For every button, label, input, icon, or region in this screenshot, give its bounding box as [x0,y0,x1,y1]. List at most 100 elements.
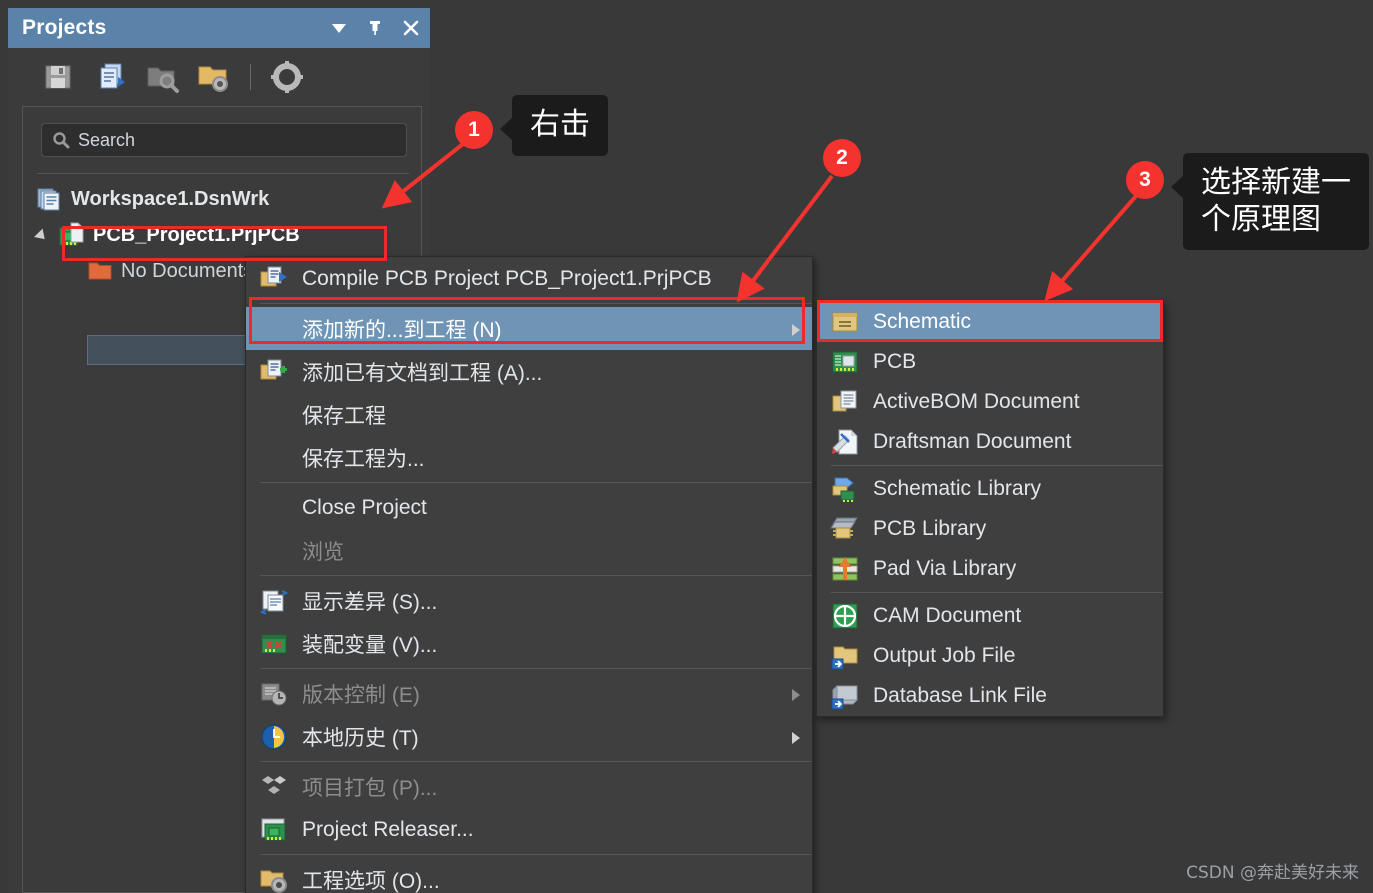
menu-item-browse: 浏览 [246,529,812,572]
menu-item-save-project-as[interactable]: 保存工程为... [246,436,812,479]
submenu-item-cam-document[interactable]: CAM Document [817,596,1163,636]
gear-icon[interactable] [269,59,305,95]
menu-separator [260,761,812,762]
menu-item-label: 保存工程 [302,404,386,428]
submenu-item-activebom[interactable]: ActiveBOM Document [817,382,1163,422]
menu-item-label: Close Project [302,495,427,519]
arrow-3 [1044,194,1138,302]
tree-item-label: Workspace1.DsnWrk [71,187,270,210]
folder-search-icon[interactable] [144,59,180,95]
callout-tooltip-3-line1: 选择新建一 [1201,165,1351,200]
blank-icon [260,537,288,565]
menu-item-label: 工程选项 (O)... [302,869,440,893]
submenu-item-label: PCB Library [873,517,987,540]
schematic-icon [831,308,859,336]
submenu-item-pcb-library[interactable]: PCB Library [817,509,1163,549]
blank-icon [260,315,288,343]
menu-item-save-project[interactable]: 保存工程 [246,393,812,436]
menu-item-local-history[interactable]: 本地历史 (T) [246,715,812,758]
menu-item-label: 保存工程为... [302,447,425,471]
pcb-project-icon [59,222,85,248]
menu-item-show-differences[interactable]: 显示差异 (S)... [246,579,812,622]
callout-tooltip-3-line2: 个原理图 [1201,201,1321,237]
callout-badge-3: 3 [1126,161,1164,199]
submenu-item-label: CAM Document [873,604,1022,627]
folder-settings-icon[interactable] [196,59,232,95]
show-differences-icon [259,587,289,615]
submenu-arrow-icon [792,689,800,701]
submenu-item-database-link-file[interactable]: Database Link File [817,676,1163,716]
search-placeholder: Search [78,129,136,150]
close-icon[interactable] [402,19,420,37]
submenu-item-output-job-file[interactable]: Output Job File [817,636,1163,676]
menu-item-version-control: 版本控制 (E) [246,672,812,715]
callout-tooltip-3: 选择新建一 个原理图 [1171,153,1369,251]
compile-documents-icon[interactable] [92,59,128,95]
submenu-item-label: Draftsman Document [873,430,1072,453]
submenu-item-label: Schematic Library [873,477,1042,500]
activebom-icon [831,388,859,416]
search-divider [37,173,409,174]
output-job-icon [831,642,859,670]
menu-item-variants[interactable]: 装配变量 (V)... [246,622,812,665]
toolbar-separator [250,64,251,90]
submenu-separator [831,592,1163,593]
menu-item-label: 浏览 [302,540,344,564]
menu-separator [260,668,812,669]
cam-document-icon [831,602,859,630]
blank-icon [260,401,288,429]
menu-item-label: 项目打包 (P)... [302,776,438,800]
menu-item-project-releaser[interactable]: Project Releaser... [246,808,812,851]
menu-item-label: Compile PCB Project PCB_Project1.PrjPCB [302,266,712,290]
submenu-arrow-icon [792,324,800,336]
menu-item-label: 装配变量 (V)... [302,633,438,657]
menu-item-close-project[interactable]: Close Project [246,486,812,529]
submenu-item-label: ActiveBOM Document [873,390,1080,413]
submenu-item-pcb[interactable]: PCB [817,342,1163,382]
submenu-item-label: Pad Via Library [873,557,1017,580]
blank-icon [260,494,288,522]
menu-item-label: 显示差异 (S)... [302,590,438,614]
menu-item-label: Project Releaser... [302,817,474,841]
callout-badge-1: 1 [455,111,493,149]
menu-item-label: 版本控制 (E) [302,683,420,707]
menu-item-add-existing-document[interactable]: 添加已有文档到工程 (A)... [246,350,812,393]
menu-separator [260,854,812,855]
menu-item-label: 添加新的...到工程 (N) [302,318,502,342]
chevron-down-icon[interactable] [330,19,348,37]
save-icon[interactable] [40,59,76,95]
expander-triangle-icon[interactable] [34,228,49,244]
submenu-item-label: Output Job File [873,644,1016,667]
add-new-submenu: Schematic PCB ActiveBOM Document Draftsm… [816,301,1164,717]
project-options-icon [260,866,288,893]
panel-title-bar: Projects [8,8,430,48]
callout-tooltip-1: 右击 [500,95,608,156]
submenu-item-pad-via-library[interactable]: Pad Via Library [817,549,1163,589]
menu-item-add-new-to-project[interactable]: 添加新的...到工程 (N) [246,307,812,350]
panel-toolbar [8,48,430,106]
submenu-item-label: PCB [873,350,917,373]
pin-icon[interactable] [366,19,384,37]
submenu-item-label: Schematic [873,310,972,333]
pcb-library-icon [830,515,859,543]
menu-separator [260,303,812,304]
blank-icon [260,444,288,472]
folder-icon [87,258,113,284]
submenu-arrow-icon [792,732,800,744]
local-history-icon [260,723,288,751]
callout-badge-2: 2 [823,139,861,177]
submenu-item-schematic-library[interactable]: Schematic Library [817,469,1163,509]
menu-separator [260,482,812,483]
tree-item-workspace[interactable]: Workspace1.DsnWrk [23,181,423,217]
menu-item-compile-project[interactable]: Compile PCB Project PCB_Project1.PrjPCB [246,257,812,300]
submenu-item-draftsman[interactable]: Draftsman Document [817,422,1163,462]
project-releaser-icon [260,816,288,844]
menu-item-label: 本地历史 (T) [302,726,419,750]
submenu-item-label: Database Link File [873,684,1047,707]
tree-item-pcb-project[interactable]: PCB_Project1.PrjPCB [23,217,423,253]
pcb-icon [831,348,859,376]
submenu-item-schematic[interactable]: Schematic [817,302,1163,342]
menu-item-project-options[interactable]: 工程选项 (O)... [246,858,812,893]
title-bar-buttons [330,8,420,48]
search-input[interactable]: Search [41,123,407,157]
